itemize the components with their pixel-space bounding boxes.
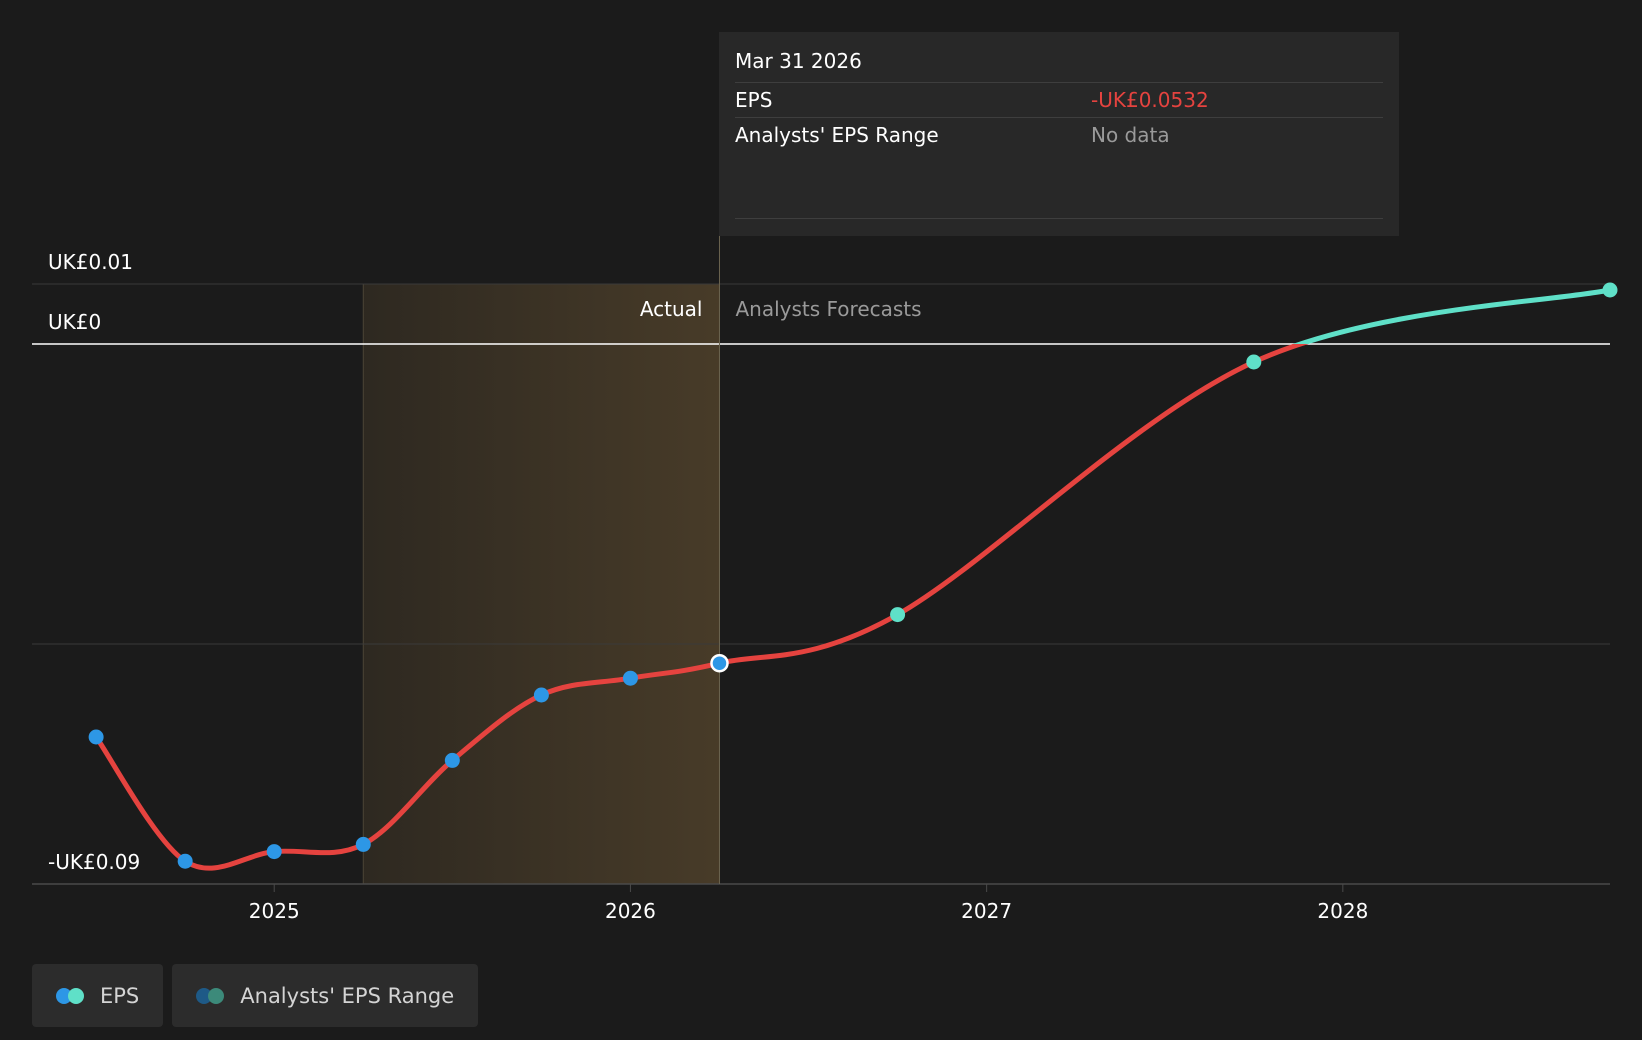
eps-point-actual <box>444 752 460 768</box>
y-tick-label: UK£0.01 <box>48 250 133 274</box>
tooltip: Mar 31 2026 EPS -UK£0.0532 Analysts' EPS… <box>719 32 1399 236</box>
x-tick-label: 2027 <box>961 899 1012 923</box>
eps-point-selected <box>710 653 729 673</box>
legend: EPS Analysts' EPS Range <box>32 964 479 1027</box>
legend-dot-forecast <box>68 987 84 1004</box>
eps-point-forecast <box>890 607 906 623</box>
eps-line-negative <box>93 344 1309 871</box>
eps-line-positive <box>1292 287 1613 344</box>
tooltip-date: Mar 31 2026 <box>735 46 1383 83</box>
actual-region-label: Actual <box>640 297 703 321</box>
tooltip-range-value: No data <box>1091 123 1170 147</box>
tooltip-eps-label: EPS <box>735 88 773 112</box>
tooltip-eps-value: -UK£0.0532 <box>1091 88 1209 112</box>
x-tick-label: 2028 <box>1317 899 1368 923</box>
x-tick-label: 2025 <box>249 899 300 923</box>
x-tick-label: 2026 <box>605 899 656 923</box>
eps-point-forecast <box>1246 354 1262 370</box>
legend-label-eps-range: Analysts' EPS Range <box>240 983 455 1008</box>
tooltip-row-range: Analysts' EPS Range No data <box>735 118 1383 152</box>
legend-item-eps-range[interactable]: Analysts' EPS Range <box>172 964 479 1027</box>
legend-item-eps[interactable]: EPS <box>32 964 164 1027</box>
eps-legend-icon <box>56 987 86 1004</box>
eps-point-actual <box>266 844 282 860</box>
y-tick-label: -UK£0.09 <box>48 850 140 874</box>
tooltip-divider <box>735 218 1383 219</box>
eps-point-actual <box>177 853 193 869</box>
y-tick-label: UK£0 <box>48 310 101 334</box>
forecast-region-label: Analysts Forecasts <box>735 297 921 321</box>
tooltip-range-label: Analysts' EPS Range <box>735 123 939 147</box>
legend-label-eps: EPS <box>100 983 140 1008</box>
eps-point-actual <box>622 670 638 686</box>
eps-range-legend-icon <box>196 987 226 1004</box>
tooltip-row-eps: EPS -UK£0.0532 <box>735 83 1383 118</box>
eps-point-forecast <box>1602 282 1618 298</box>
eps-point-actual <box>533 687 549 703</box>
eps-point-actual <box>355 836 371 852</box>
legend-dot-range-forecast <box>208 987 225 1004</box>
eps-point-actual <box>88 729 104 745</box>
